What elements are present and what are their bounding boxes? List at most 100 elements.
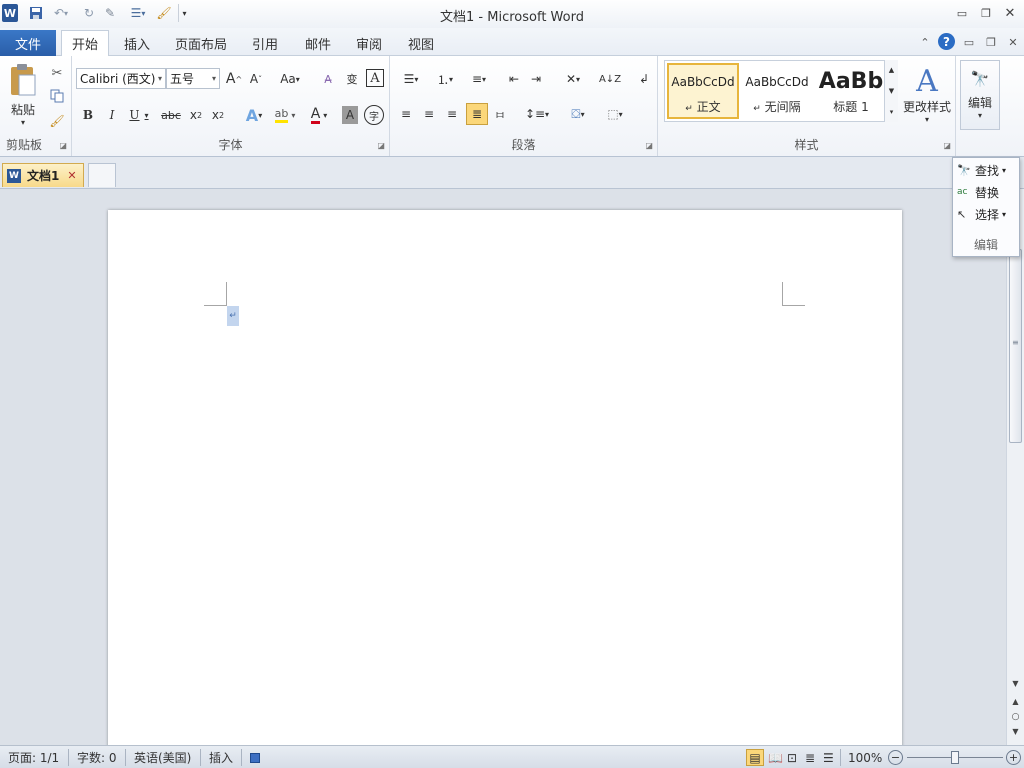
change-case-button[interactable]: Aa ▾ bbox=[276, 69, 304, 89]
print-layout-view-icon[interactable]: ▤ bbox=[746, 749, 764, 766]
close-icon[interactable]: ✕ bbox=[999, 5, 1021, 21]
font-size-combo[interactable]: 五号 ▾ bbox=[166, 68, 220, 89]
shading-button[interactable]: ⛋ ▾ bbox=[562, 104, 594, 124]
document-tab-active[interactable]: W 文档1 ✕ bbox=[2, 163, 84, 187]
line-spacing-button[interactable]: ↕≡ ▾ bbox=[522, 104, 552, 124]
align-left-icon[interactable]: ≡ bbox=[396, 104, 416, 124]
subscript-button[interactable]: x2 bbox=[186, 105, 206, 125]
zoom-out-icon[interactable]: − bbox=[888, 750, 903, 765]
tab-view[interactable]: 视图 bbox=[399, 30, 443, 56]
bullets-button[interactable]: ☰ ▾ bbox=[396, 69, 426, 89]
clipboard-launcher-icon[interactable]: ◪ bbox=[59, 141, 67, 150]
paragraph-launcher-icon[interactable]: ◪ bbox=[645, 141, 653, 150]
close-tab-icon[interactable]: ✕ bbox=[67, 169, 76, 182]
undo-icon[interactable]: ↶ ▾ bbox=[50, 4, 72, 22]
draft-view-icon[interactable]: ☰ bbox=[823, 749, 834, 766]
next-page-icon[interactable]: ▼ bbox=[1009, 727, 1022, 739]
zoom-in-icon[interactable]: + bbox=[1006, 750, 1021, 765]
tab-references[interactable]: 引用 bbox=[243, 30, 287, 56]
copy-icon[interactable] bbox=[48, 87, 66, 105]
style-heading-1[interactable]: AaBb 标题 1 bbox=[815, 63, 887, 119]
cut-icon[interactable]: ✂ bbox=[48, 64, 66, 82]
bold-button[interactable]: B bbox=[78, 105, 98, 125]
restore-icon[interactable]: ❐ bbox=[975, 5, 997, 21]
outline-view-icon[interactable]: ≣ bbox=[805, 749, 815, 766]
new-tab-button[interactable] bbox=[88, 163, 116, 187]
format-painter-icon[interactable]: 🖌 bbox=[48, 112, 66, 130]
replace-menu-item[interactable]: ac 替换 bbox=[957, 182, 1017, 202]
browse-object-icon[interactable]: ○ bbox=[1009, 712, 1022, 724]
change-styles-button[interactable]: A 更改样式 ▾ bbox=[900, 60, 954, 130]
word-app-icon[interactable]: W bbox=[2, 4, 18, 22]
scroll-down-icon[interactable]: ▼ bbox=[1009, 679, 1022, 691]
doc-close-icon[interactable]: ✕ bbox=[1004, 34, 1022, 50]
italic-button[interactable]: I bbox=[102, 105, 122, 125]
distributed-icon[interactable]: ⧦ bbox=[490, 104, 510, 124]
styles-more-icon[interactable]: ▾ bbox=[885, 102, 898, 122]
numbering-button[interactable]: ⒈ ▾ bbox=[430, 69, 460, 89]
select-menu-item[interactable]: ↖ 选择 ▾ bbox=[957, 204, 1017, 224]
borders-button[interactable]: ⬚ ▾ bbox=[598, 104, 632, 124]
styles-scroll-down-icon[interactable]: ▼ bbox=[885, 81, 898, 101]
tab-file[interactable]: 文件 bbox=[0, 30, 56, 56]
align-right-icon[interactable]: ≡ bbox=[442, 104, 462, 124]
tab-page-layout[interactable]: 页面布局 bbox=[170, 30, 232, 56]
tab-review[interactable]: 审阅 bbox=[347, 30, 391, 56]
full-screen-reading-icon[interactable]: 📖 bbox=[768, 749, 783, 766]
grow-font-button[interactable]: A ^ bbox=[224, 69, 244, 89]
document-page[interactable]: ↵ bbox=[108, 210, 902, 745]
styles-launcher-icon[interactable]: ◪ bbox=[943, 141, 951, 150]
multilevel-list-button[interactable]: ≡ ▾ bbox=[464, 69, 494, 89]
style-normal[interactable]: AaBbCcDd ↵ 正文 bbox=[667, 63, 739, 119]
macro-recording-icon[interactable] bbox=[250, 749, 260, 766]
format-painter-qat-icon[interactable]: 🖌 bbox=[156, 4, 172, 22]
styles-scroll-up-icon[interactable]: ▲ bbox=[885, 60, 898, 80]
previous-page-icon[interactable]: ▲ bbox=[1009, 697, 1022, 709]
tab-home[interactable]: 开始 bbox=[61, 30, 109, 57]
language-status[interactable]: 英语(美国) bbox=[134, 749, 191, 766]
page-count-status[interactable]: 页面: 1/1 bbox=[8, 749, 59, 766]
character-shading-icon[interactable]: A bbox=[342, 106, 358, 124]
doc-restore-icon[interactable]: ❐ bbox=[982, 34, 1000, 50]
minimize-icon[interactable]: ▭ bbox=[951, 5, 973, 21]
increase-indent-icon[interactable]: ⇥ bbox=[526, 69, 546, 89]
tab-insert[interactable]: 插入 bbox=[115, 30, 159, 56]
font-launcher-icon[interactable]: ◪ bbox=[377, 141, 385, 150]
new-document-icon[interactable]: ✎ bbox=[102, 4, 118, 22]
justify-icon[interactable]: ≣ bbox=[466, 103, 488, 125]
zoom-slider[interactable] bbox=[907, 751, 1003, 764]
zoom-slider-thumb[interactable] bbox=[951, 751, 959, 764]
doc-minimize-icon[interactable]: ▭ bbox=[960, 34, 978, 50]
tab-mailings[interactable]: 邮件 bbox=[296, 30, 340, 56]
decrease-indent-icon[interactable]: ⇤ bbox=[504, 69, 524, 89]
customize-qat-icon[interactable]: ▾ bbox=[178, 4, 190, 22]
strikethrough-button[interactable]: abc bbox=[160, 105, 182, 125]
font-name-combo[interactable]: Calibri (西文) ▾ bbox=[76, 68, 166, 89]
help-icon[interactable]: ? bbox=[938, 33, 955, 50]
collapse-ribbon-icon[interactable]: ⌃ bbox=[916, 34, 934, 50]
text-effects-button[interactable]: A ▾ bbox=[240, 105, 268, 125]
show-marks-icon[interactable]: ↲ bbox=[634, 69, 654, 89]
underline-button[interactable]: U ▾ bbox=[124, 105, 154, 125]
word-count-status[interactable]: 字数: 0 bbox=[77, 749, 117, 766]
highlight-button[interactable]: ab ▾ bbox=[270, 105, 300, 125]
align-center-icon[interactable]: ≡ bbox=[419, 104, 439, 124]
clear-formatting-icon[interactable]: A̶ bbox=[318, 69, 338, 89]
character-border-icon[interactable]: A bbox=[366, 69, 384, 87]
save-icon[interactable] bbox=[28, 4, 44, 22]
editing-button[interactable]: 🔭 编辑 ▾ bbox=[960, 60, 1000, 130]
superscript-button[interactable]: x2 bbox=[208, 105, 228, 125]
find-menu-item[interactable]: 🔭 查找 ▾ bbox=[957, 160, 1017, 180]
enclose-characters-icon[interactable]: 字 bbox=[364, 105, 384, 125]
web-layout-icon[interactable]: ⊡ bbox=[787, 749, 797, 766]
zoom-level[interactable]: 100% bbox=[848, 749, 882, 766]
scroll-thumb[interactable]: ≡ bbox=[1009, 249, 1022, 443]
shrink-font-button[interactable]: Aˇ bbox=[246, 69, 266, 89]
sort-icon[interactable]: A↓Z bbox=[599, 69, 621, 89]
phonetic-guide-icon[interactable]: 变 bbox=[342, 69, 362, 89]
redo-icon[interactable]: ↻ bbox=[82, 4, 96, 22]
chinese-layout-button[interactable]: ✕ ▾ bbox=[558, 69, 588, 89]
font-color-button[interactable]: A ▾ bbox=[304, 105, 334, 125]
print-layout-icon[interactable]: ☰ ▾ bbox=[126, 4, 150, 22]
insert-mode-status[interactable]: 插入 bbox=[209, 749, 233, 766]
